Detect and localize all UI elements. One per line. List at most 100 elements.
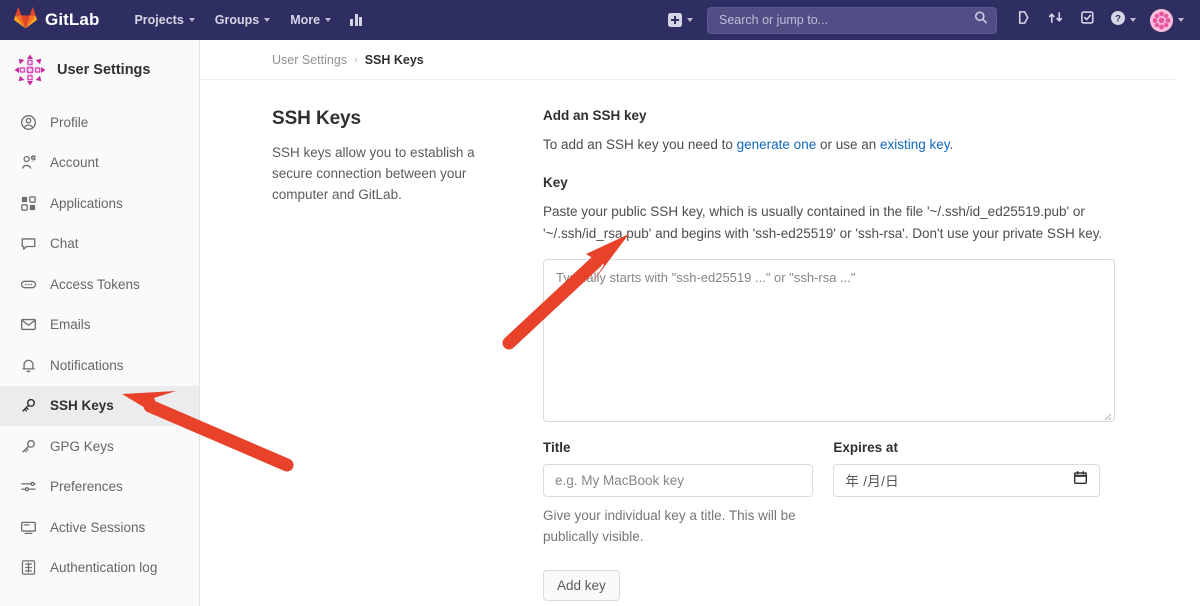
breadcrumb-separator: › (354, 54, 358, 66)
key-icon (20, 438, 37, 455)
title-help-text: Give your individual key a title. This w… (543, 507, 796, 544)
expires-field-label: Expires at (833, 439, 898, 455)
chevron-down-icon (325, 18, 332, 22)
key-textarea-wrap (543, 258, 1115, 422)
nav-projects[interactable]: Projects (125, 7, 203, 33)
user-menu-button[interactable] (1144, 5, 1190, 36)
user-circle-icon (20, 114, 37, 131)
nav-analytics[interactable] (342, 8, 370, 32)
key-icon (20, 397, 37, 414)
sidebar-item-label: Authentication log (50, 560, 158, 576)
sidebar-item-label: Account (50, 155, 99, 171)
issues-button[interactable] (1008, 6, 1038, 34)
sidebar-item-authentication-log[interactable]: Authentication log (0, 548, 199, 589)
title-field-group: Title (543, 439, 814, 497)
generate-one-link[interactable]: generate one (737, 137, 817, 152)
sidebar-item-ssh-keys[interactable]: SSH Keys (0, 385, 199, 426)
settings-content: SSH Keys SSH keys allow you to establish… (200, 80, 1200, 606)
help-circle-icon: ? (1110, 10, 1126, 31)
main-content: User Settings › SSH Keys SSH Keys SSH ke… (200, 40, 1200, 606)
todos-icon (1080, 10, 1095, 30)
sidebar-item-label: Active Sessions (50, 519, 146, 535)
sidebar-item-account[interactable]: Account (0, 143, 199, 184)
nav-more-label: More (290, 13, 321, 27)
sidebar-item-applications[interactable]: Applications (0, 183, 199, 224)
add-ssh-key-form: Add an SSH key To add an SSH key you nee… (524, 108, 1115, 606)
merge-requests-icon (1048, 10, 1063, 30)
top-navbar: GitLab Projects Groups More Search or ju… (0, 0, 1200, 40)
gitlab-ssh-keys-page: GitLab Projects Groups More Search or ju… (0, 0, 1200, 606)
expires-date-placeholder: 年 /月/日 (845, 474, 899, 490)
chevron-down-icon (264, 18, 271, 22)
breadcrumb-parent[interactable]: User Settings (272, 53, 347, 67)
sidebar-header: User Settings (0, 40, 199, 102)
merge-requests-button[interactable] (1040, 6, 1070, 34)
expires-date-input[interactable]: 年 /月/日 (833, 463, 1100, 497)
sidebar-item-chat[interactable]: Chat (0, 224, 199, 265)
user-identicon-icon (14, 54, 46, 86)
sidebar-item-label: Notifications (50, 357, 124, 373)
title-input[interactable] (543, 463, 814, 497)
account-gear-icon (20, 154, 37, 171)
envelope-icon (20, 316, 37, 333)
page-title: SSH Keys (272, 108, 361, 129)
monitor-icon (20, 519, 37, 536)
sidebar-item-notifications[interactable]: Notifications (0, 345, 199, 386)
sidebar-item-label: Applications (50, 195, 123, 211)
expires-field-group: Expires at 年 /月/日 (833, 440, 1100, 497)
settings-sidebar: User Settings Profile Account Applicatio… (0, 40, 200, 606)
section-description-column: SSH Keys SSH keys allow you to establish… (272, 108, 524, 606)
nav-groups-label: Groups (214, 13, 260, 27)
form-section-title: Add an SSH key (543, 108, 647, 123)
intro-middle: or use an (816, 137, 881, 152)
sidebar-item-gpg-keys[interactable]: GPG Keys (0, 426, 199, 467)
intro-prefix: To add an SSH key you need to (543, 137, 737, 152)
chat-bubble-icon (20, 235, 37, 252)
breadcrumb-current: SSH Keys (364, 53, 424, 67)
sidebar-item-label: Chat (50, 236, 79, 252)
bar-chart-icon (350, 13, 363, 26)
search-input[interactable] (707, 6, 997, 34)
user-avatar-identicon-icon (1150, 8, 1173, 32)
sidebar-item-preferences[interactable]: Preferences (0, 467, 199, 508)
sidebar-item-profile[interactable]: Profile (0, 102, 199, 143)
breadcrumb: User Settings › SSH Keys (200, 40, 1175, 80)
calendar-icon[interactable] (1073, 470, 1088, 490)
chevron-down-icon (1130, 18, 1136, 22)
chevron-down-icon (188, 18, 195, 22)
sliders-icon (20, 478, 37, 495)
search-container (707, 6, 997, 34)
key-field-label: Key (543, 175, 568, 191)
sidebar-item-label: GPG Keys (50, 438, 114, 454)
key-textarea[interactable] (543, 258, 1115, 422)
nav-groups[interactable]: Groups (206, 7, 279, 33)
navbar-right-actions: ? (661, 5, 1190, 36)
chevron-down-icon (1178, 18, 1184, 22)
bell-icon (20, 357, 37, 374)
nav-projects-label: Projects (134, 13, 184, 27)
sidebar-item-emails[interactable]: Emails (0, 305, 199, 346)
sidebar-item-active-sessions[interactable]: Active Sessions (0, 507, 199, 548)
form-intro-text: To add an SSH key you need to generate o… (543, 134, 1100, 155)
existing-key-link[interactable]: existing key (880, 137, 950, 152)
log-grid-icon (20, 559, 37, 576)
create-new-button[interactable] (661, 8, 700, 32)
issues-icon (1016, 10, 1031, 30)
help-button[interactable]: ? (1104, 6, 1142, 35)
sidebar-item-label: SSH Keys (50, 398, 114, 414)
title-field-label: Title (543, 439, 571, 455)
sidebar-title: User Settings (57, 62, 151, 78)
sidebar-item-label: Access Tokens (50, 276, 140, 292)
sidebar-item-label: Emails (50, 317, 91, 333)
add-key-button[interactable]: Add key (543, 569, 620, 601)
todos-button[interactable] (1072, 6, 1102, 34)
key-help-text: Paste your public SSH key, which is usua… (543, 204, 1103, 241)
sidebar-item-access-tokens[interactable]: Access Tokens (0, 264, 199, 305)
gitlab-brand[interactable]: GitLab (14, 6, 99, 34)
sidebar-item-label: Profile (50, 114, 89, 130)
applications-grid-icon (20, 195, 37, 212)
nav-more[interactable]: More (281, 7, 340, 33)
page-description: SSH keys allow you to establish a secure… (272, 145, 475, 202)
sidebar-item-label: Preferences (50, 479, 123, 495)
primary-nav: Projects Groups More (125, 7, 370, 33)
